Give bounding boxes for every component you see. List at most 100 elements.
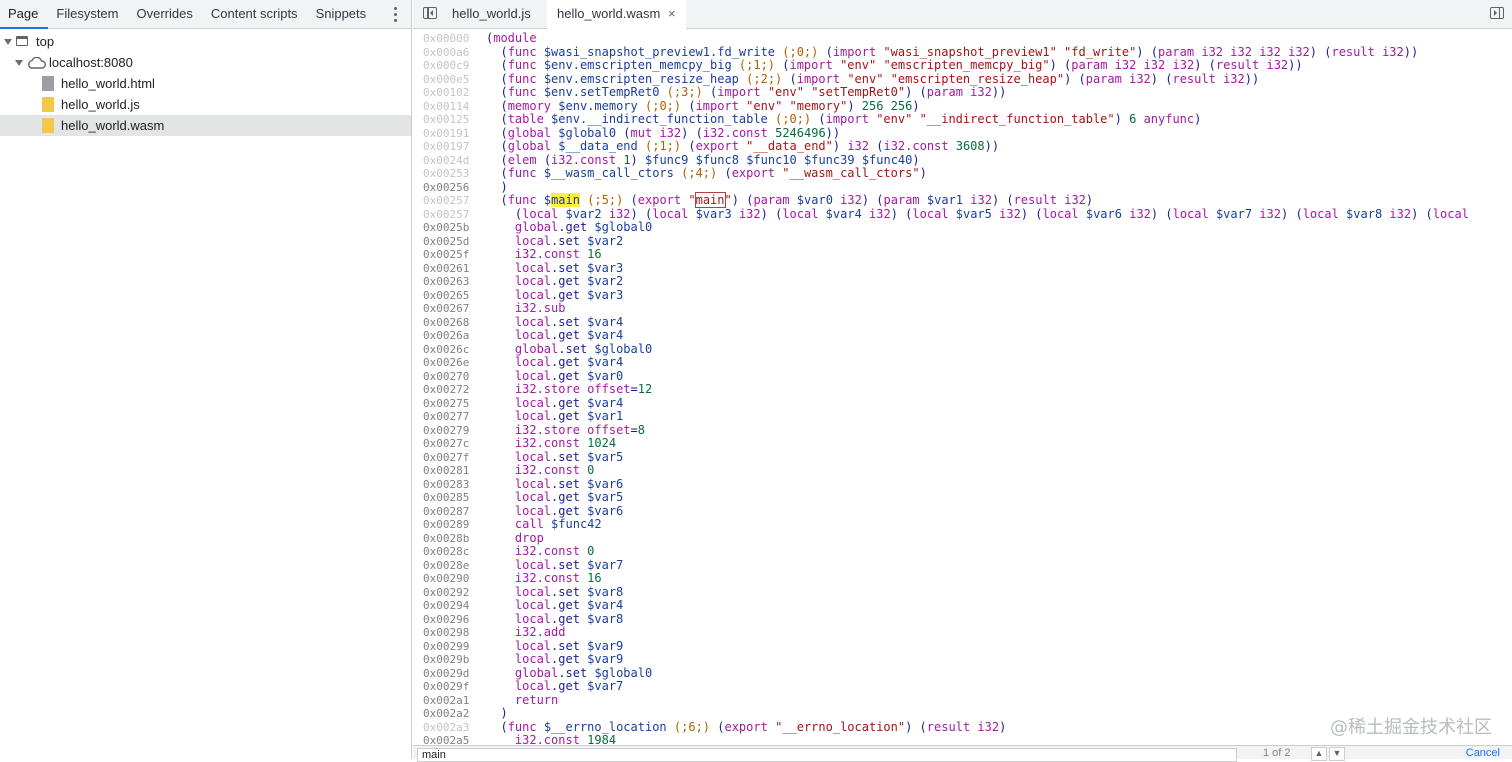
line-text: (func $env.emscripten_memcpy_big (;1;) (…	[486, 58, 1303, 72]
line-address: 0x0028e	[423, 558, 470, 572]
tab-page[interactable]: Page	[0, 0, 49, 29]
line-text: local.get $var5	[514, 490, 624, 504]
line-text: local.get $var3	[514, 287, 624, 302]
line-address: 0x002a2	[423, 707, 470, 720]
line-text: local.get $var8	[514, 611, 624, 626]
line-address: 0x00272	[423, 383, 470, 396]
toggle-navigator-icon[interactable]	[423, 7, 437, 19]
tree-item-label: hello_world.js	[61, 97, 140, 112]
line-text: )	[486, 706, 508, 720]
tab-overrides[interactable]: Overrides	[129, 0, 203, 28]
file-tree: top localhost:8080 hello_world.html hell…	[0, 29, 411, 136]
tree-item-localhost[interactable]: localhost:8080	[0, 52, 411, 73]
line-address: 0x0026c	[423, 342, 470, 356]
cancel-button[interactable]: Cancel	[1466, 747, 1500, 759]
search-input[interactable]	[417, 748, 1237, 762]
line-address: 0x0029f	[423, 680, 470, 693]
line-text: global.set $global0	[514, 341, 653, 356]
line-text: global.set $global0	[514, 665, 653, 680]
tree-item-hello-world-html[interactable]: hello_world.html	[0, 73, 411, 94]
navigator-tabs: Page Filesystem Overrides Content script…	[0, 0, 411, 29]
line-text: (global $global0 (mut i32) (i32.const 52…	[486, 125, 841, 140]
more-vert-icon[interactable]	[387, 5, 403, 23]
tab-hello-world-wasm[interactable]: hello_world.wasm ×	[547, 0, 686, 29]
close-icon[interactable]: ×	[668, 6, 676, 21]
line-address: 0x0029d	[423, 666, 470, 680]
line-text: i32.const 1024	[514, 436, 617, 450]
line-text: (func $main (;5;) (export "main") (param…	[486, 192, 1094, 208]
line-address: 0x00267	[423, 302, 470, 315]
line-address: 0x000e5	[423, 72, 470, 86]
line-address: 0x0027f	[423, 450, 470, 464]
code-editor[interactable]: 0x00000 (module 0x000a6 (func $wasi_snapsh…	[413, 29, 1512, 746]
line-text: local.get $var4	[514, 355, 624, 369]
tab-hello-world-js[interactable]: hello_world.js	[441, 0, 542, 28]
line-address: 0x0027c	[423, 437, 470, 450]
line-address: 0x00253	[423, 167, 470, 180]
line-text: local.set $var6	[514, 476, 624, 491]
line-text: (memory $env.memory (;0;) (import "env" …	[486, 98, 920, 113]
line-address: 0x00256	[423, 180, 470, 194]
line-address: 0x0028c	[423, 545, 470, 558]
line-text: (module	[486, 31, 537, 45]
line-address: 0x00290	[423, 572, 470, 585]
expand-triangle-icon[interactable]	[4, 39, 12, 45]
line-address: 0x000a6	[423, 45, 470, 59]
line-text: (func $__errno_location (;6;) (export "_…	[486, 719, 1007, 734]
frame-icon	[16, 36, 28, 46]
line-address: 0x00197	[423, 140, 470, 153]
line-text: local.set $var7	[514, 557, 624, 572]
line-address: 0x00279	[423, 423, 470, 437]
line-text: i32.sub	[514, 301, 566, 315]
line-text: local.set $var9	[514, 638, 624, 653]
line-text: (func $wasi_snapshot_preview1.fd_write (…	[486, 44, 1419, 59]
tree-item-top[interactable]: top	[0, 31, 411, 52]
line-text: i32.const 0	[514, 463, 595, 477]
line-text: (local $var2 i32) (local $var3 i32) (loc…	[486, 206, 1469, 221]
file-icon	[42, 97, 54, 112]
line-address: 0x000c9	[423, 59, 470, 72]
tab-label: hello_world.wasm	[557, 6, 661, 21]
line-text: i32.const 16	[514, 571, 602, 585]
line-address: 0x0025b	[423, 221, 470, 234]
line-text: i32.const 0	[514, 544, 595, 558]
line-text: (func $__wasm_call_ctors (;4;) (export "…	[486, 166, 927, 180]
line-text: local.get $var4	[514, 598, 624, 612]
line-address: 0x00275	[423, 396, 470, 410]
toggle-debugger-icon[interactable]	[1490, 7, 1504, 19]
line-address: 0x00261	[423, 261, 470, 275]
line-address: 0x0024d	[423, 153, 470, 167]
line-address: 0x00125	[423, 113, 470, 126]
line-address: 0x00294	[423, 599, 470, 612]
tab-filesystem[interactable]: Filesystem	[48, 0, 128, 28]
line-address: 0x0029b	[423, 653, 470, 666]
line-text: (global $__data_end (;1;) (export "__dat…	[486, 139, 1000, 153]
line-address: 0x0025d	[423, 234, 470, 248]
line-text: (func $env.emscripten_resize_heap (;2;) …	[486, 71, 1260, 86]
line-text: local.get $var6	[514, 503, 624, 518]
line-address: 0x0026e	[423, 356, 470, 369]
expand-triangle-icon[interactable]	[15, 60, 23, 66]
line-address: 0x00292	[423, 585, 470, 599]
editor-tabbar: hello_world.js hello_world.wasm ×	[413, 0, 1512, 29]
line-text: local.get $var0	[514, 368, 624, 383]
line-address: 0x00263	[423, 275, 470, 288]
tree-item-hello-world-wasm[interactable]: hello_world.wasm	[0, 115, 411, 136]
tab-snippets[interactable]: Snippets	[308, 0, 377, 28]
line-address: 0x00270	[423, 369, 470, 383]
line-address: 0x00296	[423, 612, 470, 626]
line-text: i32.const 16	[514, 247, 602, 261]
line-address: 0x0028b	[423, 531, 470, 545]
cloud-icon	[28, 57, 46, 69]
line-text: local.get $var4	[514, 395, 624, 410]
file-icon	[42, 76, 54, 91]
line-address: 0x00265	[423, 288, 470, 302]
line-address: 0x00281	[423, 464, 470, 477]
tab-content-scripts[interactable]: Content scripts	[203, 0, 308, 28]
line-address: 0x00102	[423, 86, 470, 99]
line-address: 0x00283	[423, 477, 470, 491]
line-text: local.set $var8	[514, 584, 624, 599]
tree-item-hello-world-js[interactable]: hello_world.js	[0, 94, 411, 115]
line-address: 0x00257	[423, 207, 470, 221]
line-text: drop	[514, 530, 544, 545]
